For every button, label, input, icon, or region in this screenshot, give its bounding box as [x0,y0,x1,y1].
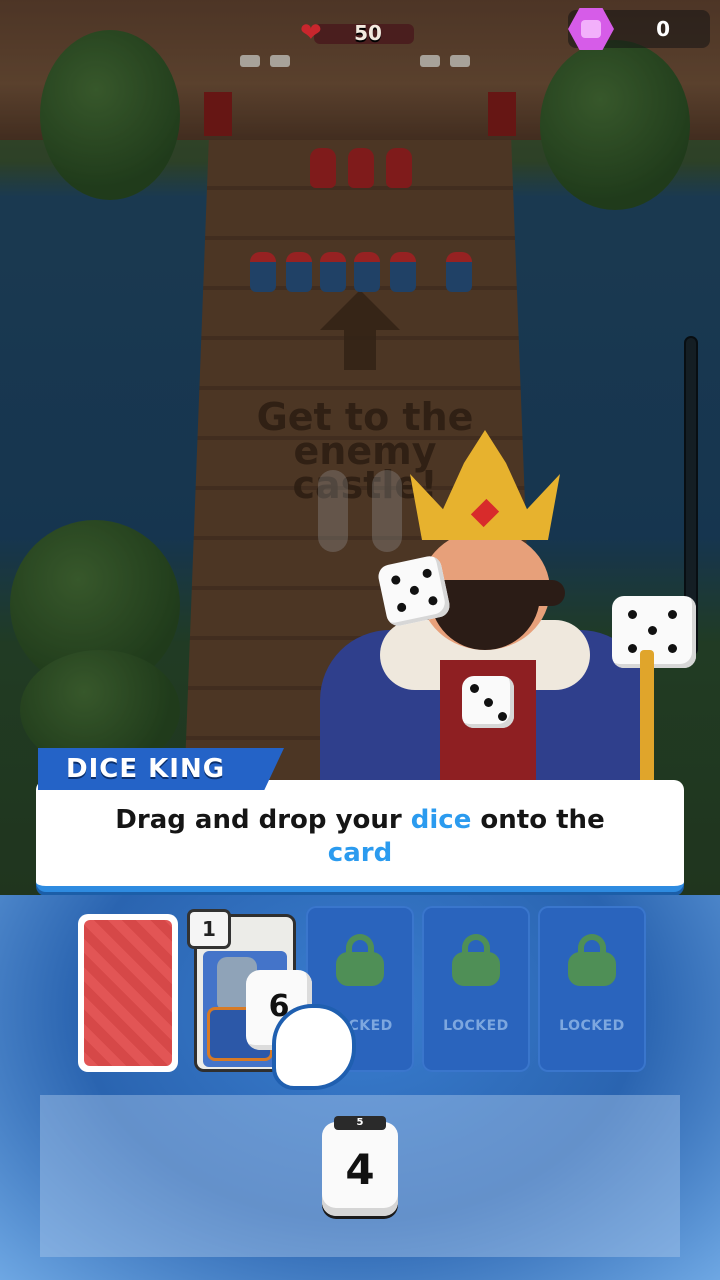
die-value: 4 [345,1145,375,1194]
gem-count: 0 [656,17,670,41]
die-icon [462,676,514,728]
heart-icon: ❤ [300,18,322,48]
dialog-text-part: Drag and drop your [115,805,411,835]
card-back[interactable] [78,914,178,1072]
speaker-name-tag: DICE KING [38,748,284,790]
die-icon [376,554,452,628]
die-icon [612,596,696,668]
lock-icon [564,934,620,986]
locked-slot[interactable]: LOCKED [422,906,530,1072]
dialog-text-part: onto the [471,805,605,835]
dialog-text: Drag and drop your dice onto the card [76,804,644,870]
tutorial-dialog[interactable]: Drag and drop your dice onto the card [36,780,684,892]
dialog-highlight: dice [410,805,472,835]
locked-slot[interactable]: LOCKED [538,906,646,1072]
locked-label: LOCKED [443,1018,509,1034]
lock-icon [448,934,504,986]
pointing-hand-icon [272,1004,356,1090]
drag-hand-icon: 6 [246,970,362,1096]
health-value: 50 [354,21,382,45]
gem-icon [568,8,614,50]
dialog-highlight: card [327,838,393,868]
tray-die[interactable]: 5 4 [322,1116,398,1216]
speaker-name: DICE KING [66,754,226,784]
castle-health: ❤ 50 [300,18,420,48]
scepter [640,650,654,790]
card-back-pattern [84,920,172,1066]
gem-counter[interactable]: 0 [568,8,710,50]
die-top-face: 5 [334,1116,386,1130]
locked-label: LOCKED [559,1018,625,1034]
card-level-badge: 1 [190,912,228,946]
